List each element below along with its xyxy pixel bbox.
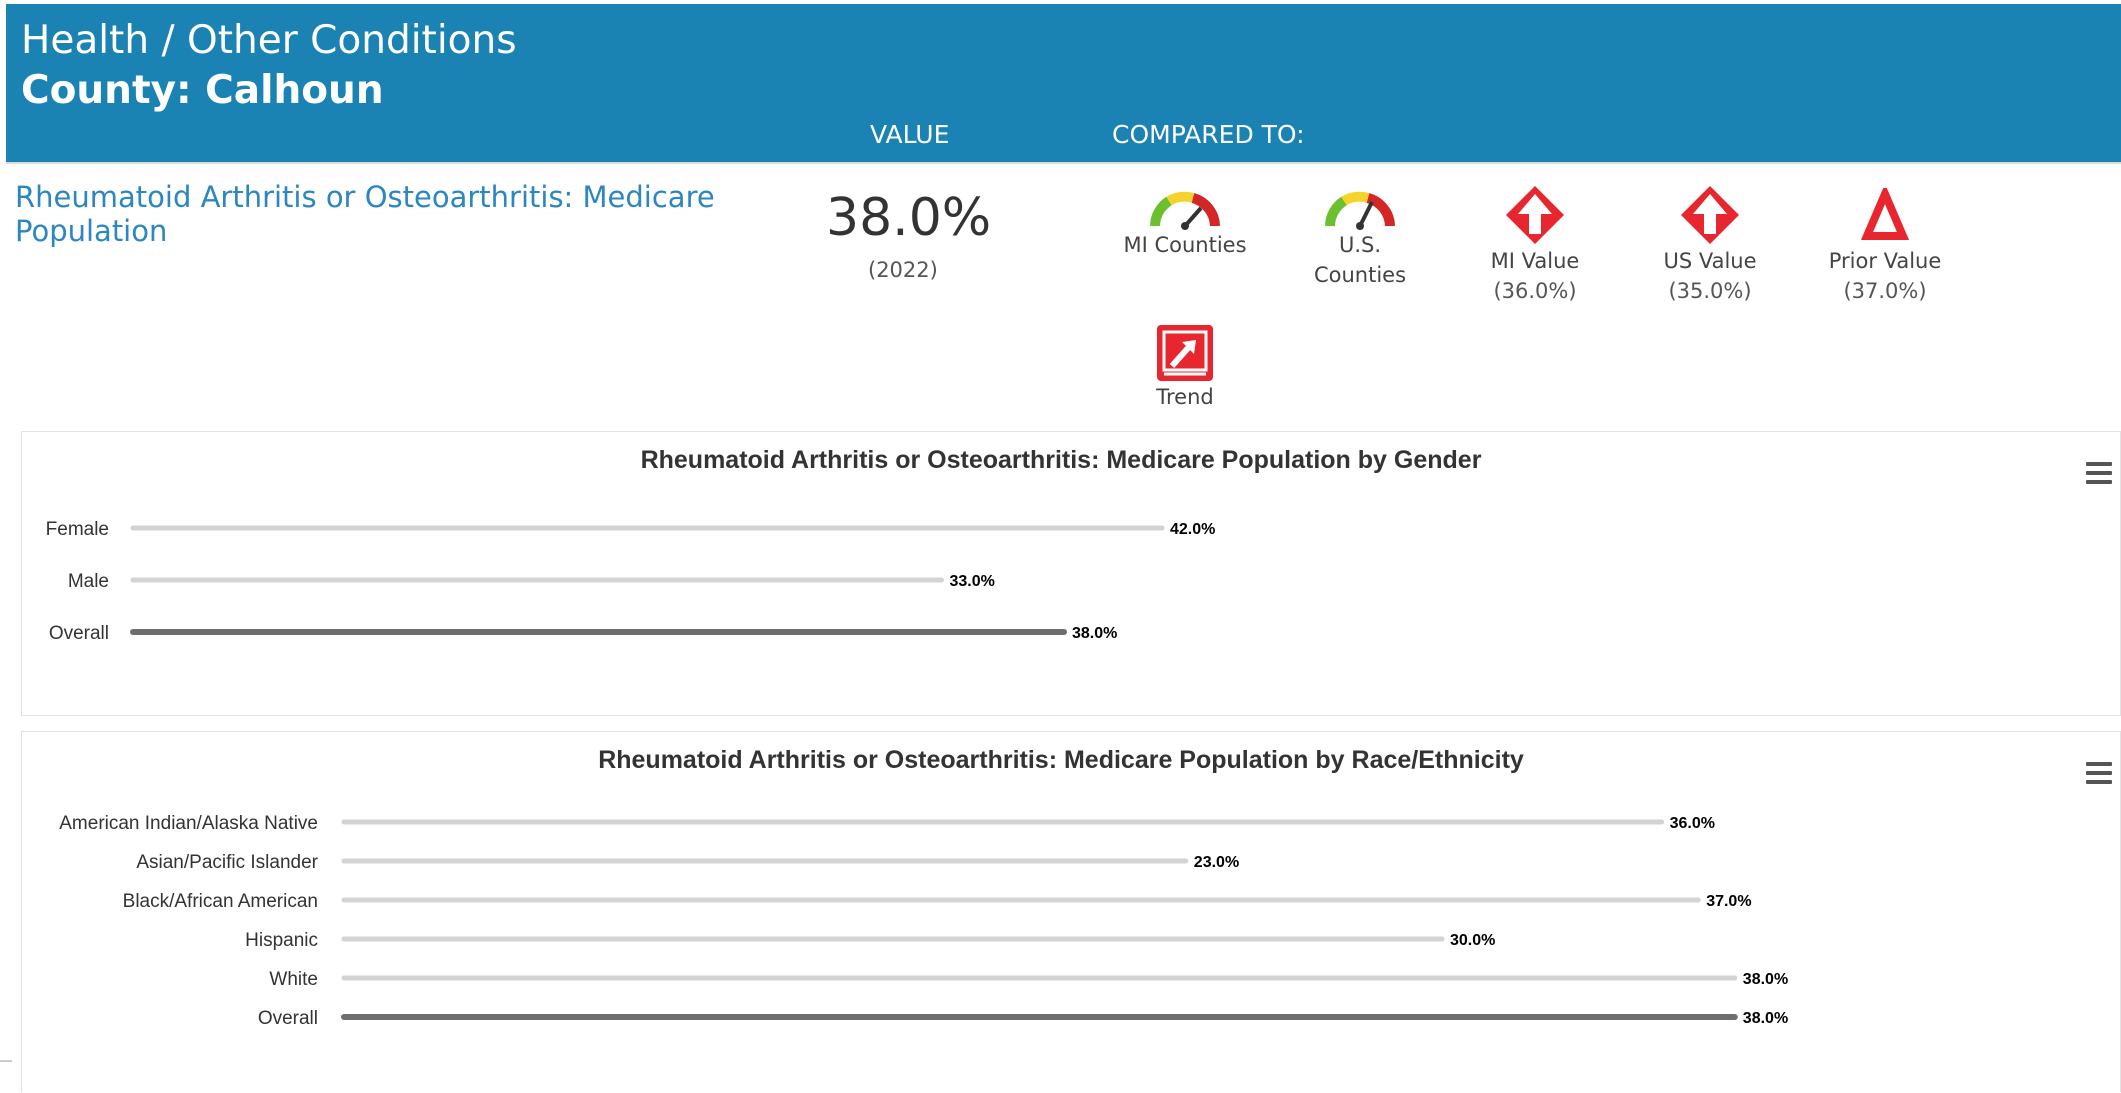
gauge-icon <box>1150 191 1220 230</box>
category-label: Black/African American <box>123 891 318 912</box>
compare-label: Trend <box>1156 385 1214 409</box>
category-label: Male <box>68 571 109 592</box>
page-header: Health / Other Conditions County: Calhou… <box>6 4 2121 162</box>
compare-trend[interactable]: Trend <box>1130 324 1240 412</box>
category-label: White <box>269 969 318 990</box>
compare-mi-value[interactable]: MI Value (36.0%) <box>1480 184 1590 306</box>
indicator-value: 38.0% <box>826 188 992 248</box>
value-label: 33.0% <box>950 573 995 590</box>
gender-bar-chart: Female 42.0% Male 33.0% Overall 38.0% <box>46 519 1216 644</box>
gender-chart-panel: Rheumatoid Arthritis or Osteoarthritis: … <box>21 431 2121 716</box>
compare-value: (36.0%) <box>1493 279 1577 303</box>
value-label: 38.0% <box>1743 1010 1788 1027</box>
compare-label: MI Value <box>1490 249 1580 273</box>
compare-us-counties[interactable]: U.S. Counties <box>1290 188 1430 290</box>
value-label: 37.0% <box>1706 893 1751 910</box>
compare-mi-counties[interactable]: MI Counties <box>1120 188 1250 260</box>
breadcrumb: Health / Other Conditions <box>21 18 517 63</box>
compare-label: MI Counties <box>1123 233 1247 257</box>
compare-label: Prior Value <box>1828 249 1942 273</box>
compare-prior-value[interactable]: Prior Value (37.0%) <box>1820 188 1950 306</box>
compare-value: (37.0%) <box>1843 279 1927 303</box>
page-edge-divider <box>0 1060 12 1062</box>
up-arrow-diamond-icon <box>1506 186 1564 244</box>
compare-label: US Value <box>1663 249 1757 273</box>
compare-us-value[interactable]: US Value (35.0%) <box>1655 184 1765 306</box>
category-label: Hispanic <box>245 930 318 951</box>
category-label: Overall <box>49 623 109 644</box>
category-label: Overall <box>258 1008 318 1029</box>
value-label: 42.0% <box>1170 521 1215 538</box>
header-divider <box>6 162 2121 164</box>
gauge-icon <box>1325 191 1395 230</box>
category-label: Asian/Pacific Islander <box>136 852 318 873</box>
compared-to-column-header: COMPARED TO: <box>1112 120 1305 149</box>
value-label: 38.0% <box>1072 625 1117 642</box>
category-label: Female <box>46 519 109 540</box>
value-column-header: VALUE <box>870 120 950 149</box>
up-arrow-diamond-icon <box>1681 186 1739 244</box>
value-label: 23.0% <box>1194 854 1239 871</box>
indicator-link[interactable]: Rheumatoid Arthritis or Osteoarthritis: … <box>15 180 735 248</box>
county-title: County: Calhoun <box>21 68 384 113</box>
race-chart-panel: Rheumatoid Arthritis or Osteoarthritis: … <box>21 731 2121 1092</box>
category-label: American Indian/Alaska Native <box>59 813 318 834</box>
delta-triangle-icon <box>1861 188 1909 240</box>
value-label: 38.0% <box>1743 971 1788 988</box>
value-label: 36.0% <box>1670 815 1715 832</box>
race-bar-chart: American Indian/Alaska Native 36.0% Asian/… <box>59 813 1788 1029</box>
value-label: 30.0% <box>1450 932 1495 949</box>
indicator-year: (2022) <box>868 258 938 282</box>
trend-up-icon <box>1157 325 1213 381</box>
compare-label: U.S. Counties <box>1313 233 1407 287</box>
compare-value: (35.0%) <box>1668 279 1752 303</box>
